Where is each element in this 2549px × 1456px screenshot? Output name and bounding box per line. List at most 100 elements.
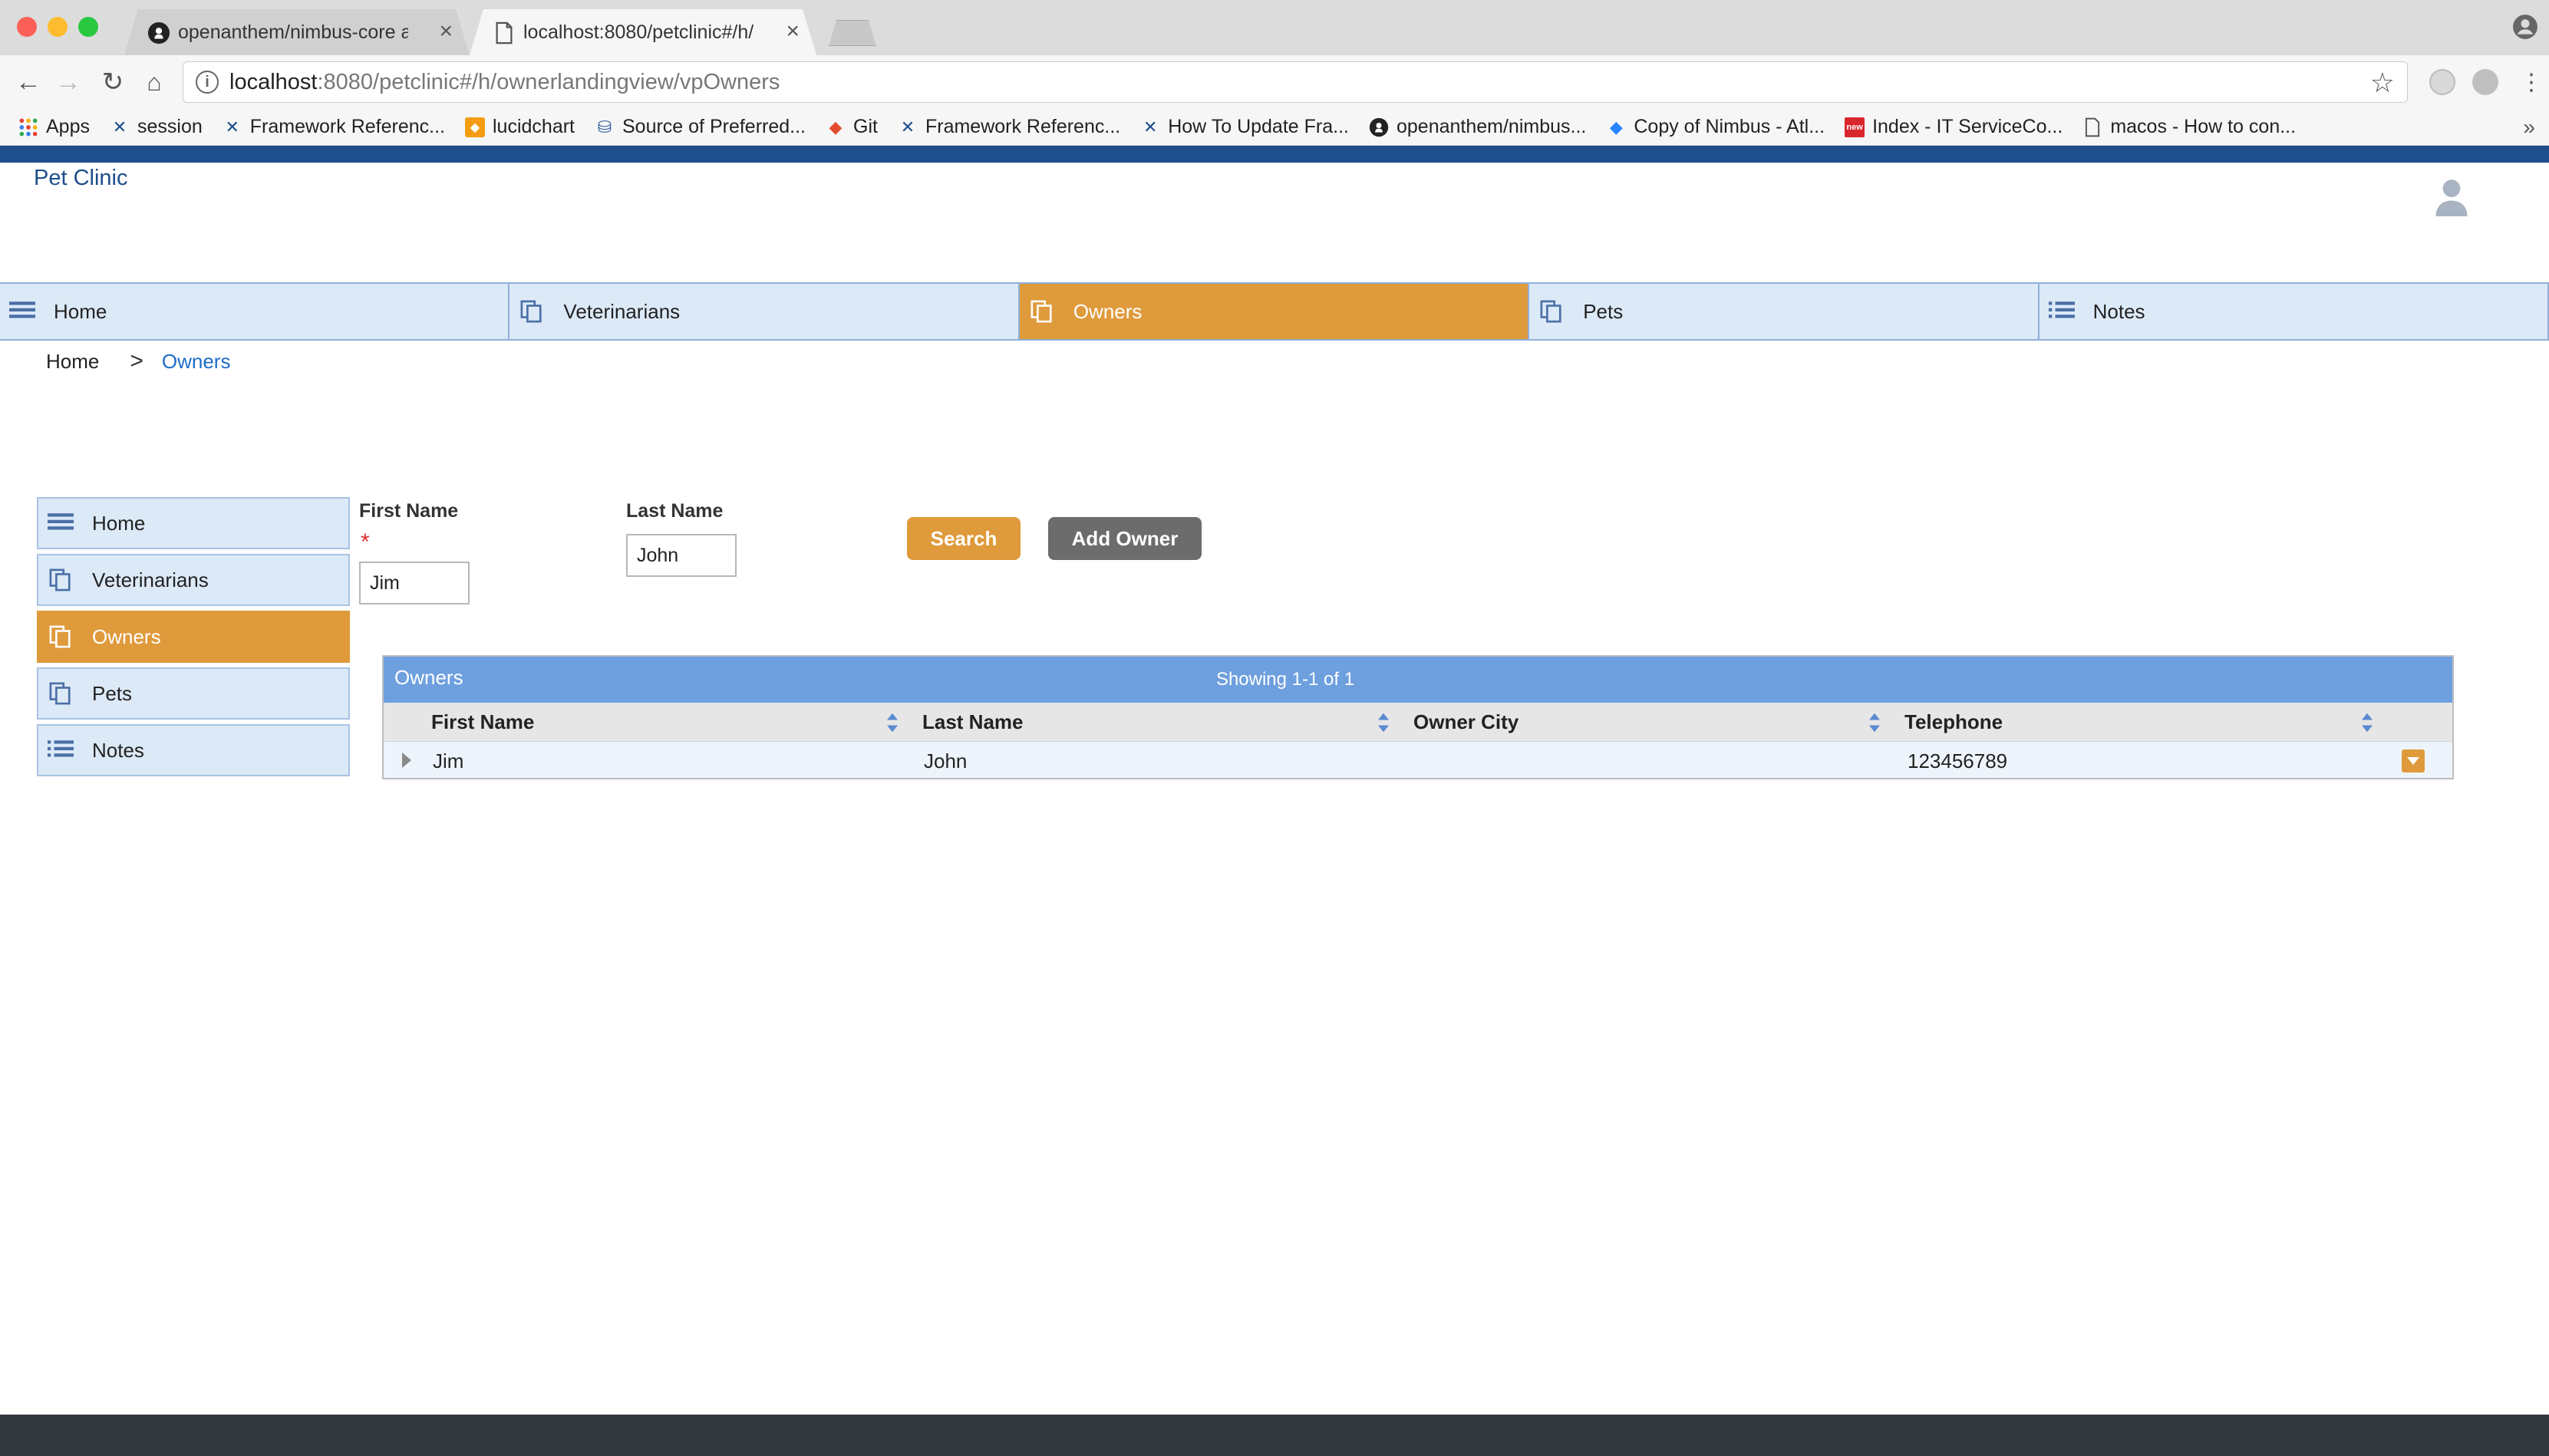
user-avatar-icon[interactable]: [2434, 178, 2469, 216]
bookmark-label: Framework Referenc...: [925, 116, 1121, 137]
sort-icon[interactable]: [1377, 712, 1390, 733]
row-actions-dropdown-icon[interactable]: [2402, 749, 2425, 772]
menu-kebab-icon[interactable]: ⋮: [2514, 64, 2549, 100]
bookmark-copy-of-nimbus[interactable]: ◆ Copy of Nimbus - Atl...: [1606, 116, 1825, 138]
url-host: localhost: [229, 69, 318, 94]
bookmark-label: lucidchart: [493, 116, 575, 137]
info-icon[interactable]: i: [196, 71, 219, 94]
bookmark-session[interactable]: ✕ session: [110, 116, 203, 138]
sort-icon[interactable]: [2360, 712, 2374, 733]
x-tool-icon: ✕: [1143, 117, 1158, 137]
apps-grid-icon: [19, 118, 38, 136]
bookmark-framework-reference-2[interactable]: ✕ Framework Referenc...: [898, 116, 1120, 138]
column-header-owner-city[interactable]: Owner City: [1413, 710, 1519, 734]
side-nav-label: Owners: [92, 624, 161, 648]
main-nav-pets[interactable]: Pets: [1529, 284, 2040, 339]
forward-arrow-icon[interactable]: →: [51, 64, 86, 100]
side-nav-home[interactable]: Home: [37, 497, 350, 549]
x-tool-icon: ✕: [900, 117, 915, 137]
breadcrumb-home[interactable]: Home: [46, 350, 99, 374]
main-nav-owners[interactable]: Owners: [1019, 284, 1530, 339]
side-nav-pets[interactable]: Pets: [37, 667, 350, 720]
bookmark-star-icon[interactable]: ☆: [2370, 67, 2395, 99]
page-footer: [0, 1415, 2549, 1456]
required-marker: *: [361, 529, 370, 555]
sort-icon[interactable]: [885, 712, 899, 733]
bookmark-label: Index - IT ServiceCo...: [1872, 116, 2063, 137]
main-nav-label: Notes: [2092, 299, 2145, 323]
new-tab-button[interactable]: [829, 20, 876, 46]
side-nav-owners[interactable]: Owners: [37, 611, 350, 663]
bookmark-label: Copy of Nimbus - Atl...: [1634, 116, 1825, 137]
side-nav-veterinarians[interactable]: Veterinarians: [37, 554, 350, 606]
documents-icon: [520, 300, 542, 323]
github-icon: [147, 21, 170, 44]
main-nav-label: Pets: [1583, 299, 1624, 323]
tab-close-icon[interactable]: ×: [439, 18, 453, 44]
documents-icon: [49, 568, 71, 591]
browser-tab-strip: openanthem/nimbus-core at 2 × localhost:…: [0, 0, 2549, 55]
breadcrumb-separator: >: [130, 348, 143, 374]
bookmarks-overflow-icon[interactable]: »: [2523, 115, 2535, 140]
extension-icon[interactable]: [2472, 69, 2498, 95]
last-name-input[interactable]: John: [626, 534, 737, 577]
main-nav-notes[interactable]: Notes: [2039, 284, 2549, 339]
bookmark-openanthem[interactable]: openanthem/nimbus...: [1369, 116, 1586, 138]
table-header-bar: Owners Showing 1-1 of 1: [384, 657, 2452, 703]
column-header-first-name[interactable]: First Name: [431, 710, 534, 734]
main-nav-veterinarians[interactable]: Veterinarians: [509, 284, 1020, 339]
bookmark-git[interactable]: ◆ Git: [826, 116, 878, 138]
side-nav-notes[interactable]: Notes: [37, 724, 350, 776]
first-name-label: First Name: [359, 500, 459, 522]
bookmark-how-to-update[interactable]: ✕ How To Update Fra...: [1140, 116, 1349, 138]
first-name-input[interactable]: Jim: [359, 562, 470, 604]
documents-icon: [1540, 300, 1561, 323]
cell-last-name: John: [924, 749, 968, 772]
bookmark-macos[interactable]: macos - How to con...: [2082, 116, 2296, 138]
maximize-window-button[interactable]: [78, 17, 98, 37]
profile-icon[interactable]: [2512, 14, 2538, 40]
add-owner-button[interactable]: Add Owner: [1048, 517, 1202, 560]
home-icon[interactable]: ⌂: [137, 64, 172, 100]
bucket-icon: ⛁: [597, 117, 612, 137]
column-header-last-name[interactable]: Last Name: [922, 710, 1024, 734]
close-window-button[interactable]: [17, 17, 37, 37]
bookmark-index-it-service[interactable]: new Index - IT ServiceCo...: [1845, 116, 2063, 138]
search-button[interactable]: Search: [907, 517, 1021, 560]
main-nav-label: Veterinarians: [563, 299, 681, 323]
back-arrow-icon[interactable]: ←: [11, 64, 46, 100]
main-nav-home[interactable]: Home: [0, 284, 510, 339]
browser-tab-github[interactable]: openanthem/nimbus-core at 2 ×: [124, 9, 470, 55]
expand-row-icon[interactable]: [402, 753, 411, 768]
bookmark-lucidchart[interactable]: ◆ lucidchart: [465, 116, 575, 138]
tab-title: openanthem/nimbus-core at 2: [178, 21, 408, 43]
side-nav-label: Notes: [92, 738, 144, 762]
app-title[interactable]: Pet Clinic: [34, 166, 128, 191]
breadcrumb-current[interactable]: Owners: [162, 350, 231, 374]
address-bar[interactable]: i localhost:8080/petclinic#/h/ownerlandi…: [183, 61, 2408, 103]
bookmark-label: How To Update Fra...: [1168, 116, 1349, 137]
bookmark-source-preferred[interactable]: ⛁ Source of Preferred...: [595, 116, 806, 138]
table-row[interactable]: Jim John 123456789: [384, 741, 2452, 778]
bookmark-label: session: [137, 116, 203, 137]
bookmark-framework-reference[interactable]: ✕ Framework Referenc...: [223, 116, 445, 138]
extension-icon[interactable]: [2429, 69, 2455, 95]
minimize-window-button[interactable]: [48, 17, 68, 37]
documents-icon: [1030, 300, 1052, 323]
bookmark-apps[interactable]: Apps: [18, 116, 90, 138]
documents-icon: [49, 625, 71, 648]
last-name-label: Last Name: [626, 500, 724, 522]
github-icon: [1369, 117, 1389, 137]
bookmark-label: Apps: [46, 116, 90, 137]
main-nav: Home Veterinarians Owners Pets Notes: [0, 282, 2549, 341]
table-column-headers: First Name Last Name Owner City Telephon…: [384, 703, 2452, 741]
documents-icon: [49, 682, 71, 705]
column-header-telephone[interactable]: Telephone: [1904, 710, 2003, 734]
reload-icon[interactable]: ↻: [95, 64, 130, 100]
tab-close-icon[interactable]: ×: [786, 18, 800, 44]
sort-icon[interactable]: [1868, 712, 1881, 733]
cell-first-name: Jim: [433, 749, 464, 772]
bookmark-label: macos - How to con...: [2110, 116, 2297, 137]
main-nav-label: Owners: [1073, 299, 1143, 323]
browser-tab-petclinic[interactable]: localhost:8080/petclinic#/h/ow ×: [470, 9, 816, 55]
